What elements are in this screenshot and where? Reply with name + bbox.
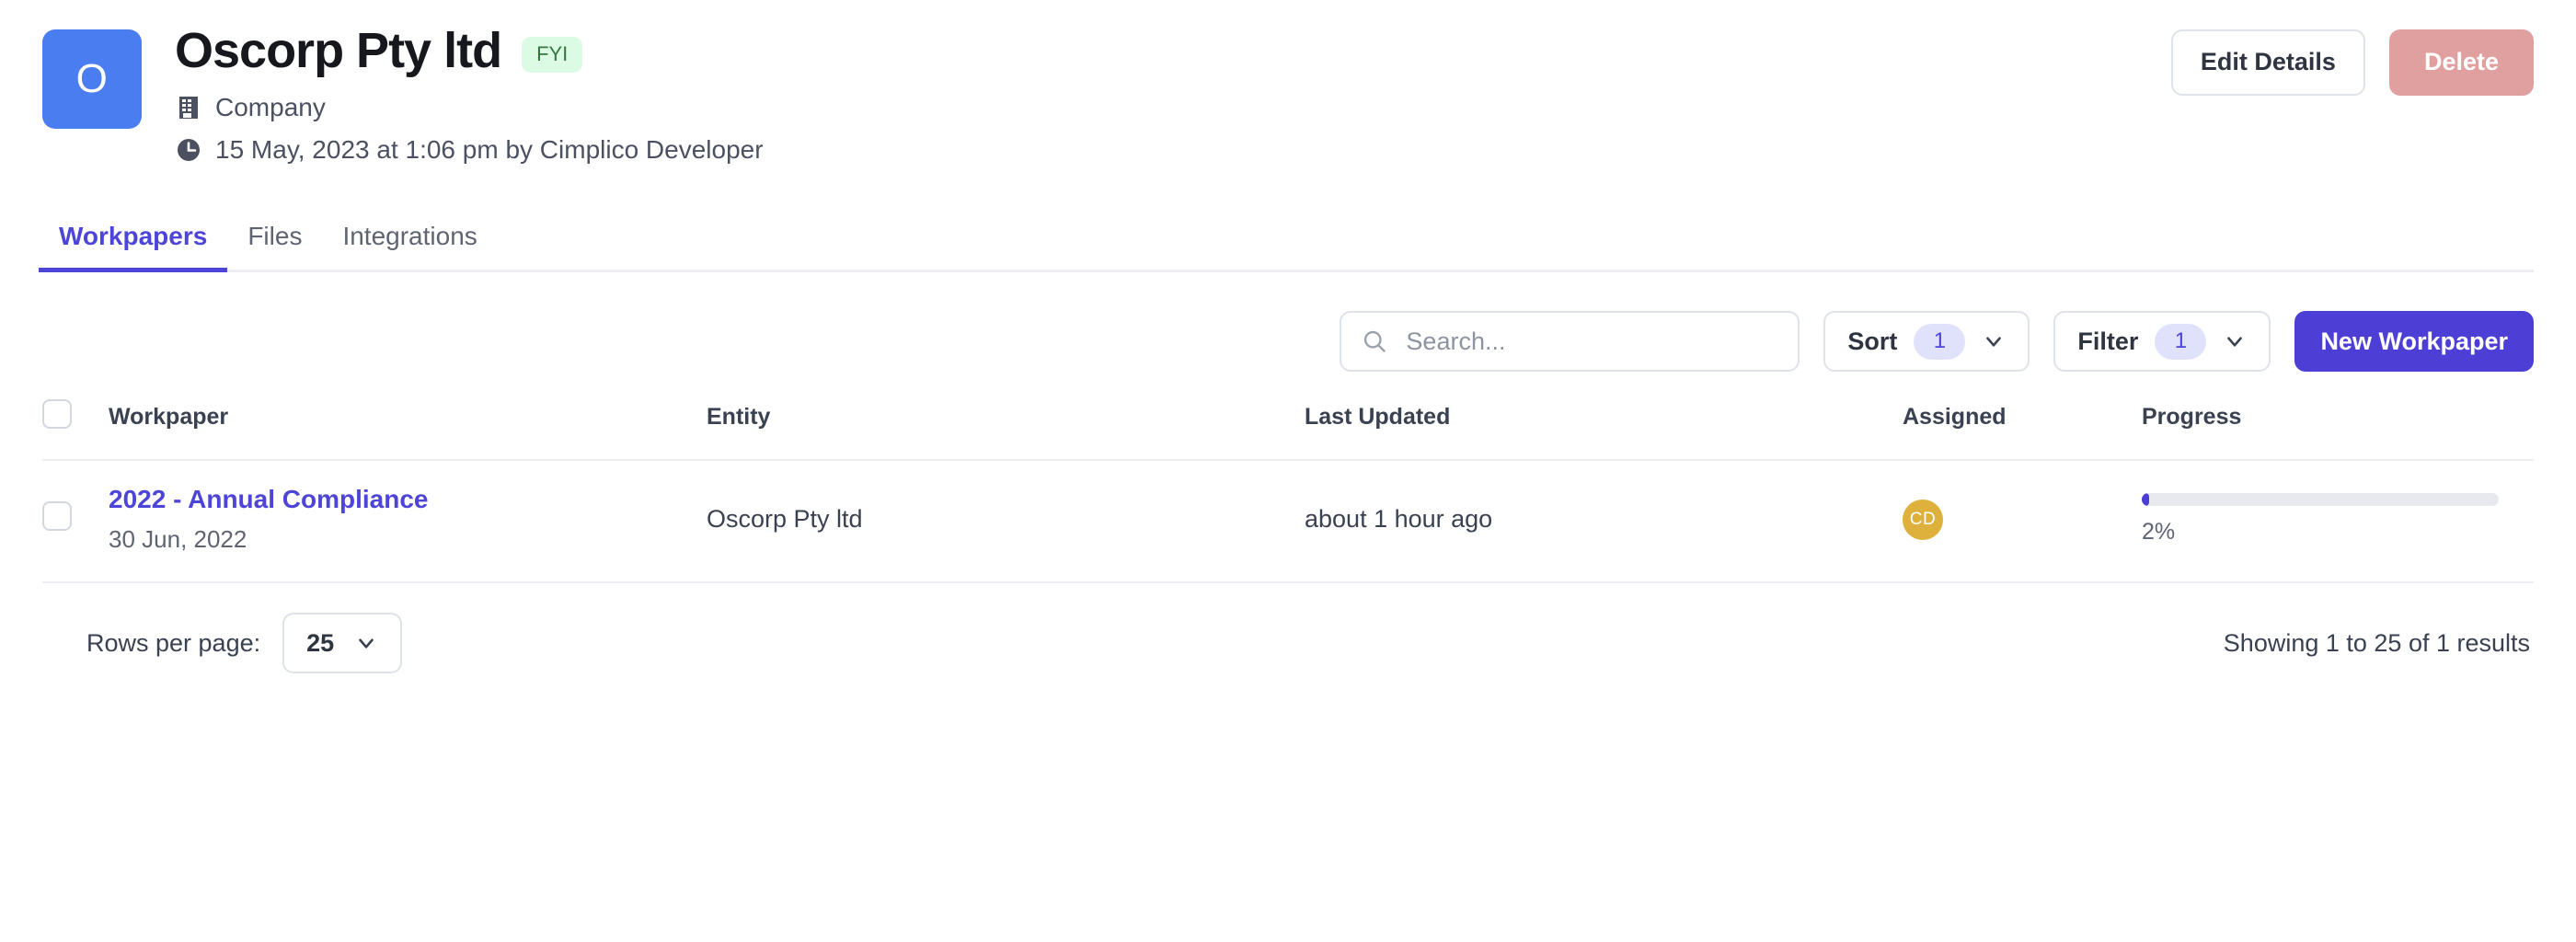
page-header: O Oscorp Pty ltd FYI Company 15 May, 202… — [42, 0, 2534, 165]
column-header-progress[interactable]: Progress — [2142, 392, 2534, 462]
edit-details-button[interactable]: Edit Details — [2170, 29, 2365, 96]
timestamp-label: 15 May, 2023 at 1:06 pm by Cimplico Deve… — [215, 135, 764, 165]
rows-per-page-label: Rows per page: — [86, 628, 261, 657]
title-row: Oscorp Pty ltd FYI — [175, 23, 2171, 78]
chevron-down-icon — [1982, 329, 2006, 353]
page-title: Oscorp Pty ltd — [175, 23, 502, 78]
chevron-down-icon — [2223, 329, 2247, 353]
table-row[interactable]: 2022 - Annual Compliance 30 Jun, 2022 Os… — [42, 460, 2534, 584]
search-box[interactable] — [1340, 311, 1800, 373]
column-header-workpaper[interactable]: Workpaper — [109, 392, 707, 462]
header-actions: Edit Details Delete — [2170, 22, 2534, 96]
clock-icon — [175, 136, 202, 164]
building-icon — [175, 94, 202, 121]
sort-count-badge: 1 — [1914, 323, 1966, 360]
delete-button[interactable]: Delete — [2388, 29, 2534, 96]
progress-label: 2% — [2142, 519, 2176, 546]
search-icon — [1362, 328, 1387, 354]
progress-fill — [2142, 493, 2149, 507]
workpaper-cell: 2022 - Annual Compliance 30 Jun, 2022 — [109, 460, 707, 584]
filter-count-badge: 1 — [2155, 323, 2207, 360]
rows-per-page-select[interactable]: 25 — [282, 613, 403, 674]
column-header-last-updated[interactable]: Last Updated — [1305, 392, 1903, 462]
progress-track — [2142, 493, 2499, 507]
assigned-cell: CD — [1903, 460, 2142, 584]
tab-integrations[interactable]: Integrations — [322, 222, 497, 272]
entity-type-label: Company — [215, 93, 326, 122]
showing-results-text: Showing 1 to 25 of 1 results — [2223, 628, 2530, 657]
column-header-assigned[interactable]: Assigned — [1903, 392, 2142, 462]
table-header-row: Workpaper Entity Last Updated Assigned P… — [42, 392, 2534, 462]
tab-bar: Workpapers Files Integrations — [39, 222, 2534, 273]
table-footer: Rows per page: 25 Showing 1 to 25 of 1 r… — [42, 583, 2534, 674]
assignee-avatar[interactable]: CD — [1903, 499, 1943, 540]
status-badge: FYI — [522, 37, 583, 74]
tab-files[interactable]: Files — [227, 222, 322, 272]
chevron-down-icon — [354, 631, 378, 655]
avatar: O — [42, 29, 142, 129]
filter-label: Filter — [2077, 327, 2139, 355]
tab-workpapers[interactable]: Workpapers — [39, 222, 228, 273]
last-updated-cell: about 1 hour ago — [1305, 460, 1903, 584]
table-toolbar: Sort 1 Filter 1 New Workpaper — [42, 272, 2534, 392]
timestamp-row: 15 May, 2023 at 1:06 pm by Cimplico Deve… — [175, 135, 2171, 165]
entity-type-row: Company — [175, 93, 2171, 122]
avatar-block: O — [42, 22, 142, 129]
workpaper-date: 30 Jun, 2022 — [109, 525, 247, 554]
workpaper-link[interactable]: 2022 - Annual Compliance — [109, 485, 707, 514]
progress-wrap: 2% — [2142, 493, 2499, 546]
select-all-checkbox[interactable] — [42, 399, 72, 430]
filter-dropdown[interactable]: Filter 1 — [2053, 311, 2271, 373]
progress-cell: 2% — [2142, 460, 2534, 584]
rows-per-page-value: 25 — [306, 628, 335, 657]
row-checkbox[interactable] — [42, 501, 72, 532]
header-main: Oscorp Pty ltd FYI Company 15 May, 2023 … — [142, 22, 2171, 165]
workpapers-table: Workpaper Entity Last Updated Assigned P… — [42, 392, 2534, 584]
row-select-cell — [42, 460, 109, 584]
workpapers-page: O Oscorp Pty ltd FYI Company 15 May, 202… — [0, 0, 2576, 942]
select-all-header — [42, 392, 109, 462]
sort-dropdown[interactable]: Sort 1 — [1823, 311, 2030, 373]
column-header-entity[interactable]: Entity — [707, 392, 1305, 462]
sort-label: Sort — [1847, 327, 1898, 355]
entity-cell: Oscorp Pty ltd — [707, 460, 1305, 584]
search-input[interactable] — [1404, 326, 1778, 357]
rows-per-page-group: Rows per page: 25 — [42, 613, 403, 674]
new-workpaper-button[interactable]: New Workpaper — [2294, 311, 2534, 373]
